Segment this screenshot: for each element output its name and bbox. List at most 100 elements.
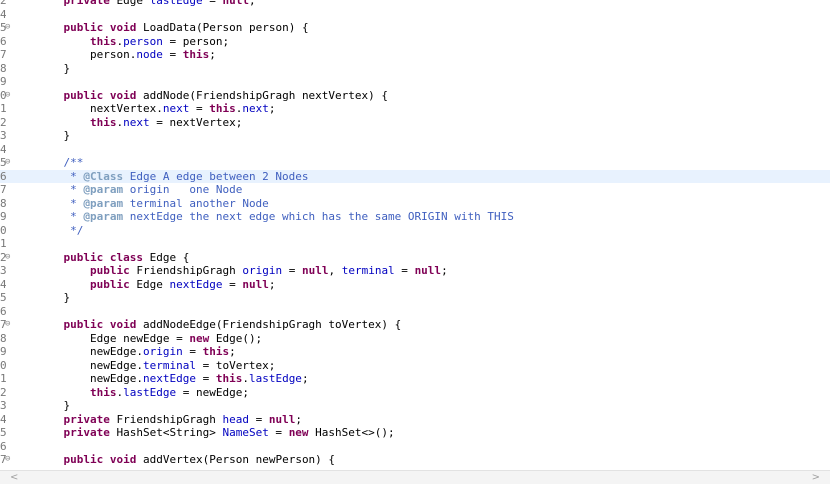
code-token: lastEdge xyxy=(248,372,302,385)
code-line[interactable]: 9 * @param nextEdge the next edge which … xyxy=(0,210,830,223)
code-line[interactable]: 5 ⊖ /** xyxy=(0,156,830,169)
code-token: next xyxy=(242,102,269,115)
code-token: lastEdge xyxy=(149,0,203,7)
code-token: this xyxy=(215,372,243,385)
code-line[interactable]: 2 private Edge lastEdge = null; xyxy=(0,0,830,7)
line-number: 1 xyxy=(0,237,6,250)
fold-toggle-icon[interactable]: ⊖ xyxy=(5,21,10,34)
line-number: 7 xyxy=(0,183,6,196)
code-token: origin one Node xyxy=(123,183,243,196)
code-token: Edge newEdge = xyxy=(37,331,190,345)
line-number: 4 xyxy=(0,142,6,156)
code-token: next xyxy=(162,102,190,115)
code-line[interactable]: 0 newEdge.terminal = toVertex; xyxy=(0,359,830,372)
code-line[interactable]: 9 xyxy=(0,75,830,88)
code-token: void xyxy=(109,453,137,466)
code-token: = newEdge; xyxy=(176,385,249,399)
code-token: newEdge. xyxy=(37,372,143,385)
code-token: public xyxy=(89,277,130,291)
scroll-left-icon[interactable]: < xyxy=(10,471,18,484)
code-token: = toVertex; xyxy=(195,358,276,372)
code-line[interactable]: 0 */ xyxy=(0,224,830,237)
code-token: Edge(); xyxy=(209,331,263,345)
code-line[interactable]: 7 * @param origin one Node xyxy=(0,183,830,196)
code-line[interactable]: 9 newEdge.origin = this; xyxy=(0,345,830,358)
code-line[interactable]: 3 public FriendshipGragh origin = null, … xyxy=(0,264,830,277)
code-line[interactable]: 1 nextVertex.next = this.next; xyxy=(0,102,830,115)
code-text: public void LoadData(Person person) { xyxy=(37,21,309,34)
code-text: this.person = person; xyxy=(37,35,229,48)
code-token: null xyxy=(222,0,249,7)
line-number: 9 xyxy=(0,345,6,358)
code-line[interactable]: 4 public Edge nextEdge = null; xyxy=(0,278,830,291)
line-number: 6 xyxy=(0,439,6,453)
code-line[interactable]: 6 this.person = person; xyxy=(0,35,830,48)
code-line[interactable]: 4 xyxy=(0,8,830,21)
code-token: this xyxy=(89,34,117,48)
fold-toggle-icon[interactable]: ⊖ xyxy=(5,251,10,264)
code-line[interactable]: 5 ⊖ public void LoadData(Person person) { xyxy=(0,21,830,34)
code-line[interactable]: 7 ⊖ public void addNodeEdge(FriendshipGra… xyxy=(0,318,830,331)
line-number: 2 xyxy=(0,115,6,129)
code-text: newEdge.terminal = toVertex; xyxy=(37,359,275,372)
horizontal-scrollbar[interactable]: < > xyxy=(0,470,830,484)
code-line[interactable]: 0 ⊖ public void addNode(FriendshipGragh n… xyxy=(0,89,830,102)
code-line[interactable]: 1 xyxy=(0,237,830,250)
code-line[interactable]: 4 private FriendshipGragh head = null; xyxy=(0,413,830,426)
code-editor[interactable]: 2 private Edge lastEdge = null; 4 5 ⊖ publi… xyxy=(0,0,830,469)
fold-toggle-icon[interactable]: ⊖ xyxy=(5,318,10,331)
code-line[interactable]: 7 person.node = this; xyxy=(0,48,830,61)
code-line[interactable]: 3 } xyxy=(0,129,830,142)
code-token: ; xyxy=(248,0,256,7)
code-token: terminal xyxy=(341,264,395,277)
scroll-right-icon[interactable]: > xyxy=(812,471,820,484)
code-line[interactable]: 1 newEdge.nextEdge = this.lastEdge; xyxy=(0,372,830,385)
code-line[interactable]: 2 this.next = nextVertex; xyxy=(0,116,830,129)
code-text: * @param terminal another Node xyxy=(37,197,269,210)
code-token: NameSet xyxy=(222,426,269,439)
code-line[interactable]: 5 } xyxy=(0,291,830,304)
code-token: , xyxy=(328,264,342,277)
code-token: = xyxy=(182,345,203,358)
fold-toggle-icon[interactable]: ⊖ xyxy=(5,89,10,102)
code-line[interactable]: 5 private HashSet<String> NameSet = new … xyxy=(0,426,830,439)
code-token: public xyxy=(63,21,104,34)
code-token: private xyxy=(63,426,110,439)
code-text: private Edge lastEdge = null; xyxy=(37,0,256,7)
code-line[interactable]: 8 } xyxy=(0,62,830,75)
code-text: } xyxy=(37,62,70,75)
code-line[interactable]: 6 * @Class Edge A edge between 2 Nodes xyxy=(0,169,830,183)
code-token: nextEdge the next edge which has the sam… xyxy=(123,210,514,223)
code-line[interactable]: 8 * @param terminal another Node xyxy=(0,197,830,210)
code-line[interactable]: 2 this.lastEdge = newEdge; xyxy=(0,386,830,399)
line-number: 5 xyxy=(0,426,6,439)
code-token: void xyxy=(109,21,137,34)
code-line[interactable]: 6 xyxy=(0,305,830,318)
code-text: public void addVertex(Person newPerson) … xyxy=(37,453,336,466)
code-token: null xyxy=(301,264,329,277)
code-token: HashSet<>(); xyxy=(308,426,395,439)
line-number: 8 xyxy=(0,196,6,210)
code-line[interactable]: 7 ⊖ public void addVertex(Person newPerso… xyxy=(0,453,830,466)
code-text: this.next = nextVertex; xyxy=(37,116,242,129)
code-line[interactable]: 3 } xyxy=(0,399,830,412)
fold-toggle-icon[interactable]: ⊖ xyxy=(5,453,10,466)
code-token: HashSet<String> xyxy=(109,426,223,439)
code-line[interactable]: 8 Edge newEdge = new Edge(); xyxy=(0,332,830,345)
fold-toggle-icon[interactable]: ⊖ xyxy=(5,156,10,169)
code-line[interactable]: 4 xyxy=(0,143,830,156)
code-token: = xyxy=(195,372,216,385)
code-text: * @param nextEdge the next edge which ha… xyxy=(37,210,514,223)
line-number: 4 xyxy=(0,412,6,426)
code-line[interactable]: 6 xyxy=(0,440,830,453)
code-text: } xyxy=(37,129,70,142)
code-token: person. xyxy=(37,48,137,61)
code-line[interactable]: 2 ⊖ public class Edge { xyxy=(0,251,830,264)
